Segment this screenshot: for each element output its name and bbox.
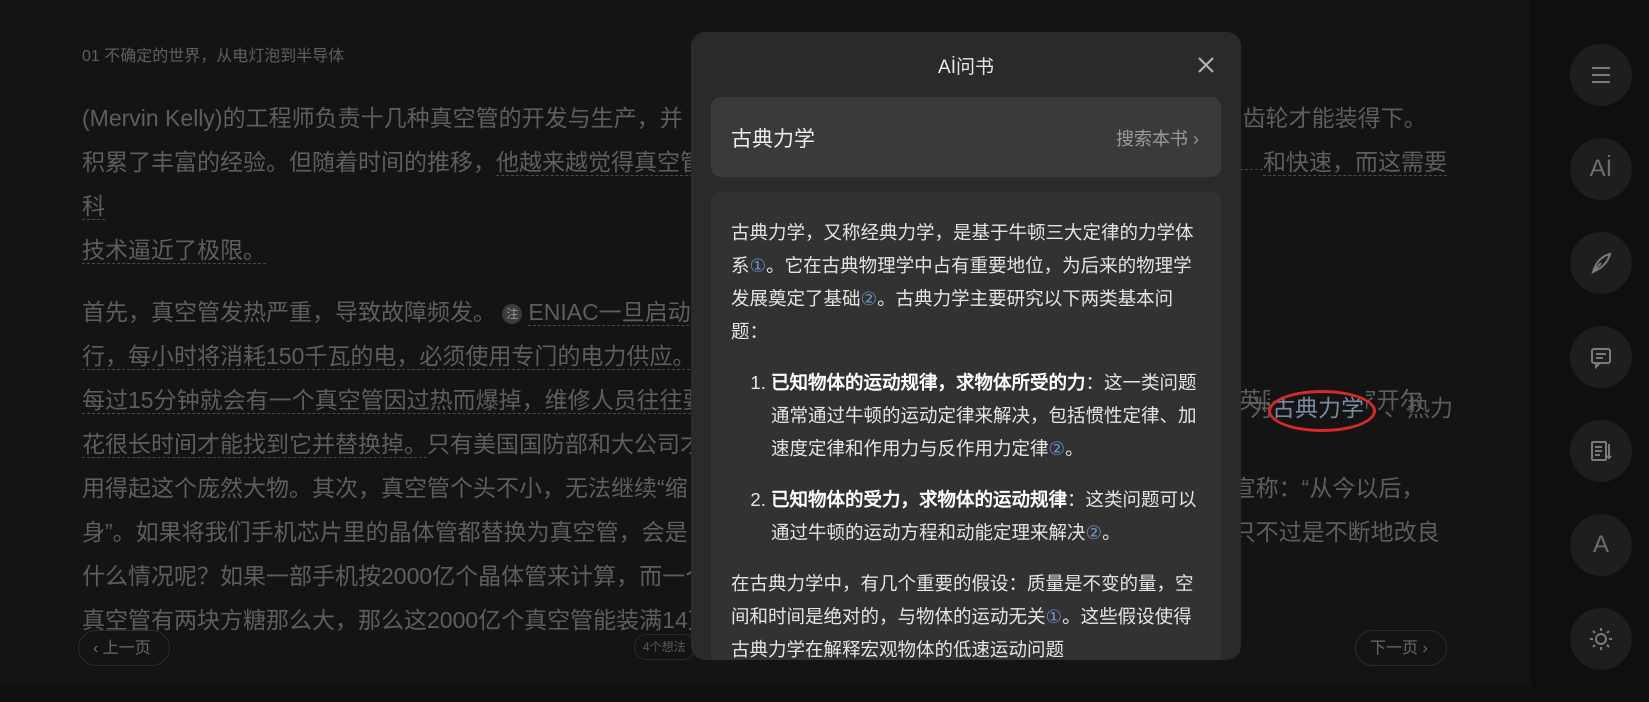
menu-icon bbox=[1592, 67, 1610, 83]
underlined-text[interactable]: 每过15分钟就会有一个真空管因过热而爆掉，维修人员往往要 bbox=[82, 387, 706, 414]
list-item: 已知物体的运动规律，求物体所受的力：这一类问题通常通过牛顿的运动定律来解决，包括… bbox=[771, 366, 1201, 465]
text-run: 、热力 bbox=[1384, 395, 1453, 421]
text-run: (Mervin Kelly)的工程师负责十几种真空管的开发与生产，并 bbox=[82, 105, 683, 131]
dialog-header: Aİ问书 bbox=[691, 32, 1241, 98]
text-run: 用得起这个庞然大物。其次，真空管个头不小，无法继续“缩 bbox=[82, 475, 688, 501]
menu-button[interactable] bbox=[1570, 44, 1632, 106]
chevron-right-icon: › bbox=[1418, 640, 1428, 657]
next-page-label: 下一页 bbox=[1370, 640, 1419, 657]
comment-icon bbox=[1591, 348, 1611, 370]
text-run: 齿轮才能装得下。 bbox=[1242, 105, 1427, 131]
text-run: 首先，真空管发热严重，导致故障频发。 bbox=[82, 299, 496, 325]
search-book-link[interactable]: 搜索本书 › bbox=[1116, 125, 1199, 151]
text-run: 积累了丰富的经验。但随着时间的推移， bbox=[82, 149, 496, 175]
brightness-icon bbox=[1590, 628, 1612, 650]
answer-paragraph: 在古典力学中，有几个重要的假设：质量是不变的量，空间和时间是绝对的，与物体的运动… bbox=[731, 567, 1201, 660]
answer-paragraph: 古典力学，又称经典力学，是基于牛顿三大定律的力学体系①。它在古典物理学中占有重要… bbox=[731, 216, 1201, 348]
list-item-heading: 已知物体的运动规律，求物体所受的力 bbox=[771, 372, 1086, 393]
note-icon[interactable]: 注 bbox=[502, 304, 523, 324]
prev-page-button[interactable]: ‹ 上一页 bbox=[78, 630, 170, 666]
search-book-card[interactable]: 古典力学 搜索本书 › bbox=[711, 97, 1221, 177]
citation-link[interactable]: ② bbox=[1049, 438, 1066, 459]
ai-button[interactable]: Aİ bbox=[1570, 138, 1632, 200]
underlined-text[interactable]: 花很长时间才能找到它并替换掉。 bbox=[82, 431, 427, 458]
notes-icon bbox=[1591, 441, 1612, 461]
pen-button[interactable] bbox=[1570, 232, 1632, 294]
list-item-heading: 已知物体的受力，求物体的运动规律 bbox=[771, 489, 1068, 510]
search-term: 古典力学 bbox=[731, 128, 815, 151]
chapter-title: 01 不确定的世界，从电灯泡到半导体 bbox=[82, 48, 345, 65]
list-item: 已知物体的受力，求物体的运动规律：这类问题可以通过牛顿的运动方程和动能定理来解决… bbox=[771, 483, 1201, 549]
underlined-text[interactable]: ENIAC一旦启动运 bbox=[528, 299, 714, 326]
text-run: 。 bbox=[1102, 522, 1121, 543]
text-run: 。 bbox=[1065, 438, 1084, 459]
pen-icon bbox=[1591, 252, 1612, 274]
ai-icon: Aİ bbox=[1589, 155, 1613, 182]
dialog-title: Aİ问书 bbox=[938, 57, 994, 78]
text-run: 宣称：“从今以后， bbox=[1232, 475, 1425, 501]
citation-link[interactable]: ② bbox=[861, 288, 878, 309]
notes-button[interactable] bbox=[1570, 420, 1632, 482]
answer-content: 古典力学，又称经典力学，是基于牛顿三大定律的力学体系①。它在古典物理学中占有重要… bbox=[711, 192, 1221, 660]
underlined-text[interactable]: 他越来越觉得真空管 bbox=[496, 149, 703, 176]
comment-button[interactable] bbox=[1570, 326, 1632, 388]
citation-link[interactable]: ① bbox=[1046, 606, 1063, 627]
thoughts-badge[interactable]: 4个想法 bbox=[634, 634, 695, 660]
brightness-button[interactable] bbox=[1570, 608, 1632, 670]
citation-link[interactable]: ① bbox=[750, 255, 767, 276]
close-icon bbox=[1198, 57, 1214, 73]
citation-link[interactable]: ② bbox=[1086, 522, 1103, 543]
red-circle-annotation bbox=[1268, 390, 1376, 432]
answer-card[interactable]: 古典力学，又称经典力学，是基于牛顿三大定律的力学体系①。它在古典物理学中占有重要… bbox=[711, 192, 1221, 660]
ai-ask-book-dialog: Aİ问书 古典力学 搜索本书 › 古典力学，又称经典力学，是基于牛顿三大定律的力… bbox=[691, 32, 1241, 660]
font-icon: A bbox=[1592, 531, 1609, 558]
close-button[interactable] bbox=[1193, 52, 1219, 78]
text-run: 身”。如果将我们手机芯片里的晶体管都替换为真空管，会是 bbox=[82, 519, 688, 545]
underlined-text[interactable]: 技术逼近了极限。 bbox=[82, 237, 266, 264]
underlined-text[interactable]: 行，每小时将消耗150千瓦的电，必须使用专门的电力供应。 bbox=[82, 343, 696, 370]
answer-list: 已知物体的运动规律，求物体所受的力：这一类问题通常通过牛顿的运动定律来解决，包括… bbox=[731, 366, 1201, 549]
text-run: 只不过是不断地改良 bbox=[1232, 519, 1440, 545]
text-run: 只有美国国防部和大公司才 bbox=[427, 431, 703, 457]
text-run: 真空管有两块方糖那么大，那么这2000亿个真空管能装满14万 bbox=[82, 607, 711, 633]
text-run: 什么情况呢？如果一部手机按2000亿个晶体管来计算，而一个 bbox=[82, 563, 709, 589]
next-page-button[interactable]: 下一页 › bbox=[1355, 630, 1447, 666]
chevron-left-icon: ‹ bbox=[93, 640, 103, 657]
font-button[interactable]: A bbox=[1570, 514, 1632, 576]
right-toolbar: Aİ A bbox=[1570, 44, 1632, 702]
prev-page-label: 上一页 bbox=[102, 640, 151, 657]
